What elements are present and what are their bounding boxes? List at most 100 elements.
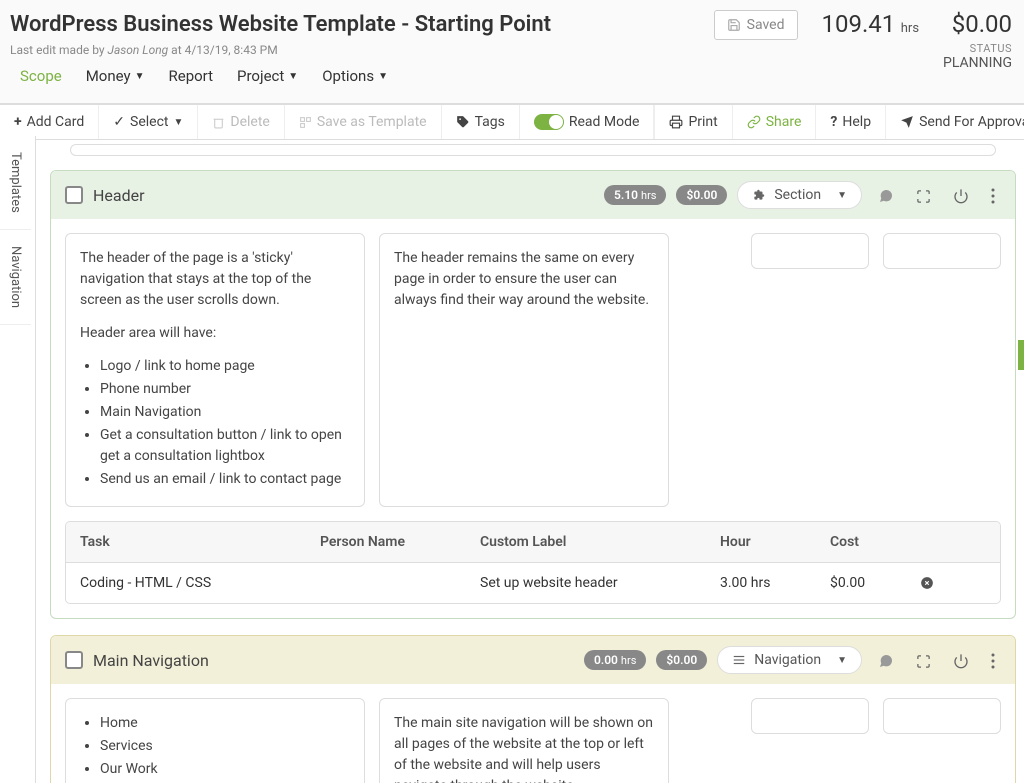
- save-template-label: Save as Template: [317, 114, 427, 130]
- check-icon: ✓: [113, 114, 125, 130]
- side-tabs: Templates Navigation: [0, 136, 36, 783]
- status-label: STATUS: [943, 42, 1012, 55]
- last-edit-user: Jason Long: [108, 43, 169, 57]
- select-label: Select: [130, 114, 168, 130]
- print-icon: [669, 115, 683, 129]
- power-icon[interactable]: [947, 186, 975, 204]
- select-button[interactable]: ✓ Select ▼: [99, 105, 198, 139]
- description-box-1[interactable]: Home Services Our Work Company Staff Con…: [65, 698, 365, 783]
- hours-pill: 0.00 hrs: [584, 650, 646, 670]
- read-mode-label: Read Mode: [569, 114, 640, 130]
- cost-pill: $0.00: [676, 185, 727, 205]
- comment-icon[interactable]: [872, 651, 900, 669]
- tab-project-label: Project: [237, 67, 284, 85]
- send-approval-label: Send For Approval: [919, 114, 1024, 130]
- template-icon: [299, 116, 312, 129]
- section-dropdown[interactable]: Navigation ▼: [717, 646, 862, 674]
- last-edit-prefix: Last edit made by: [10, 43, 108, 57]
- content-area: Header 5.10 hrs $0.00 Section ▼ The head…: [36, 136, 1024, 783]
- cost-value: $0.00: [943, 10, 1012, 38]
- share-button[interactable]: Share: [733, 105, 817, 139]
- share-label: Share: [766, 114, 802, 130]
- desc-text: Header area will have:: [80, 323, 350, 344]
- cell-cost: $0.00: [830, 575, 920, 591]
- card-title: Main Navigation: [93, 651, 209, 670]
- card-title: Header: [93, 186, 145, 205]
- page-header: WordPress Business Website Template - St…: [0, 0, 1024, 104]
- expand-icon[interactable]: [910, 651, 937, 669]
- save-icon: [727, 18, 741, 32]
- cell-label: Set up website header: [480, 575, 720, 591]
- power-icon[interactable]: [947, 651, 975, 669]
- empty-slot[interactable]: [751, 698, 869, 734]
- col-hour: Hour: [720, 534, 830, 550]
- hours-unit: hrs: [901, 21, 919, 36]
- more-icon[interactable]: [985, 651, 1001, 669]
- col-person: Person Name: [320, 534, 480, 550]
- card-hours: 5.10: [614, 188, 638, 202]
- table-row[interactable]: Coding - HTML / CSS Set up website heade…: [66, 563, 1000, 603]
- section-label: Navigation: [754, 652, 821, 668]
- side-tab-navigation[interactable]: Navigation: [0, 230, 31, 325]
- description-box-2[interactable]: The main site navigation will be shown o…: [379, 698, 669, 783]
- list-item: Get a consultation button / link to open…: [100, 425, 350, 467]
- section-dropdown[interactable]: Section ▼: [737, 181, 862, 209]
- remove-row-button[interactable]: [920, 575, 950, 591]
- card-hours: 0.00: [594, 653, 618, 667]
- more-icon[interactable]: [985, 186, 1001, 204]
- cell-hour: 3.00 hrs: [720, 575, 830, 591]
- tab-options[interactable]: Options ▼: [322, 67, 388, 85]
- empty-slot[interactable]: [883, 698, 1001, 734]
- cell-person: [320, 575, 480, 591]
- caret-down-icon: ▼: [378, 71, 388, 82]
- collapsed-card[interactable]: [70, 144, 996, 156]
- side-tab-templates[interactable]: Templates: [0, 136, 31, 230]
- card-header-bar: Header 5.10 hrs $0.00 Section ▼: [51, 171, 1015, 219]
- task-table: Task Person Name Custom Label Hour Cost …: [65, 521, 1001, 604]
- print-button[interactable]: Print: [655, 105, 732, 139]
- caret-down-icon: ▼: [288, 71, 298, 82]
- empty-slot[interactable]: [883, 233, 1001, 269]
- tab-report[interactable]: Report: [169, 67, 214, 85]
- tab-project[interactable]: Project ▼: [237, 67, 298, 85]
- card-navigation: Main Navigation 0.00 hrs $0.00 Navigatio…: [50, 635, 1016, 783]
- send-approval-button[interactable]: Send For Approval: [886, 105, 1024, 139]
- empty-slot[interactable]: [751, 233, 869, 269]
- comment-icon[interactable]: [872, 186, 900, 204]
- list-item: Home: [100, 713, 350, 734]
- list-item: Main Navigation: [100, 402, 350, 423]
- send-icon: [900, 115, 914, 129]
- expand-icon[interactable]: [910, 186, 937, 204]
- description-box-2[interactable]: The header remains the same on every pag…: [379, 233, 669, 507]
- caret-down-icon: ▼: [174, 117, 184, 128]
- list-item: Send us an email / link to contact page: [100, 469, 350, 490]
- add-card-button[interactable]: + Add Card: [0, 105, 99, 139]
- read-mode-toggle[interactable]: Read Mode: [520, 105, 655, 139]
- plus-icon: +: [14, 114, 22, 130]
- card-checkbox[interactable]: [65, 186, 83, 204]
- description-box-1[interactable]: The header of the page is a 'sticky' nav…: [65, 233, 365, 507]
- saved-button[interactable]: Saved: [714, 10, 798, 40]
- table-header: Task Person Name Custom Label Hour Cost: [66, 522, 1000, 563]
- hours-value: 109.41: [822, 10, 896, 38]
- tags-button[interactable]: Tags: [442, 105, 520, 139]
- add-card-label: Add Card: [27, 114, 85, 130]
- tab-money[interactable]: Money ▼: [86, 67, 145, 85]
- print-label: Print: [688, 114, 717, 130]
- delete-button[interactable]: Delete: [198, 105, 284, 139]
- list-icon: [732, 653, 746, 667]
- desc-text: The header remains the same on every pag…: [394, 250, 649, 308]
- scroll-indicator[interactable]: [1018, 340, 1024, 370]
- help-button[interactable]: ?Help: [816, 105, 886, 139]
- cost-pill: $0.00: [656, 650, 707, 670]
- section-label: Section: [774, 187, 821, 203]
- cell-task: Coding - HTML / CSS: [80, 575, 320, 591]
- link-icon: [747, 115, 761, 129]
- tab-options-label: Options: [322, 67, 374, 85]
- save-template-button[interactable]: Save as Template: [285, 105, 442, 139]
- card-checkbox[interactable]: [65, 651, 83, 669]
- tab-scope[interactable]: Scope: [20, 67, 62, 85]
- desc-text: The main site navigation will be shown o…: [394, 715, 653, 783]
- tab-money-label: Money: [86, 67, 131, 85]
- tags-label: Tags: [475, 114, 505, 130]
